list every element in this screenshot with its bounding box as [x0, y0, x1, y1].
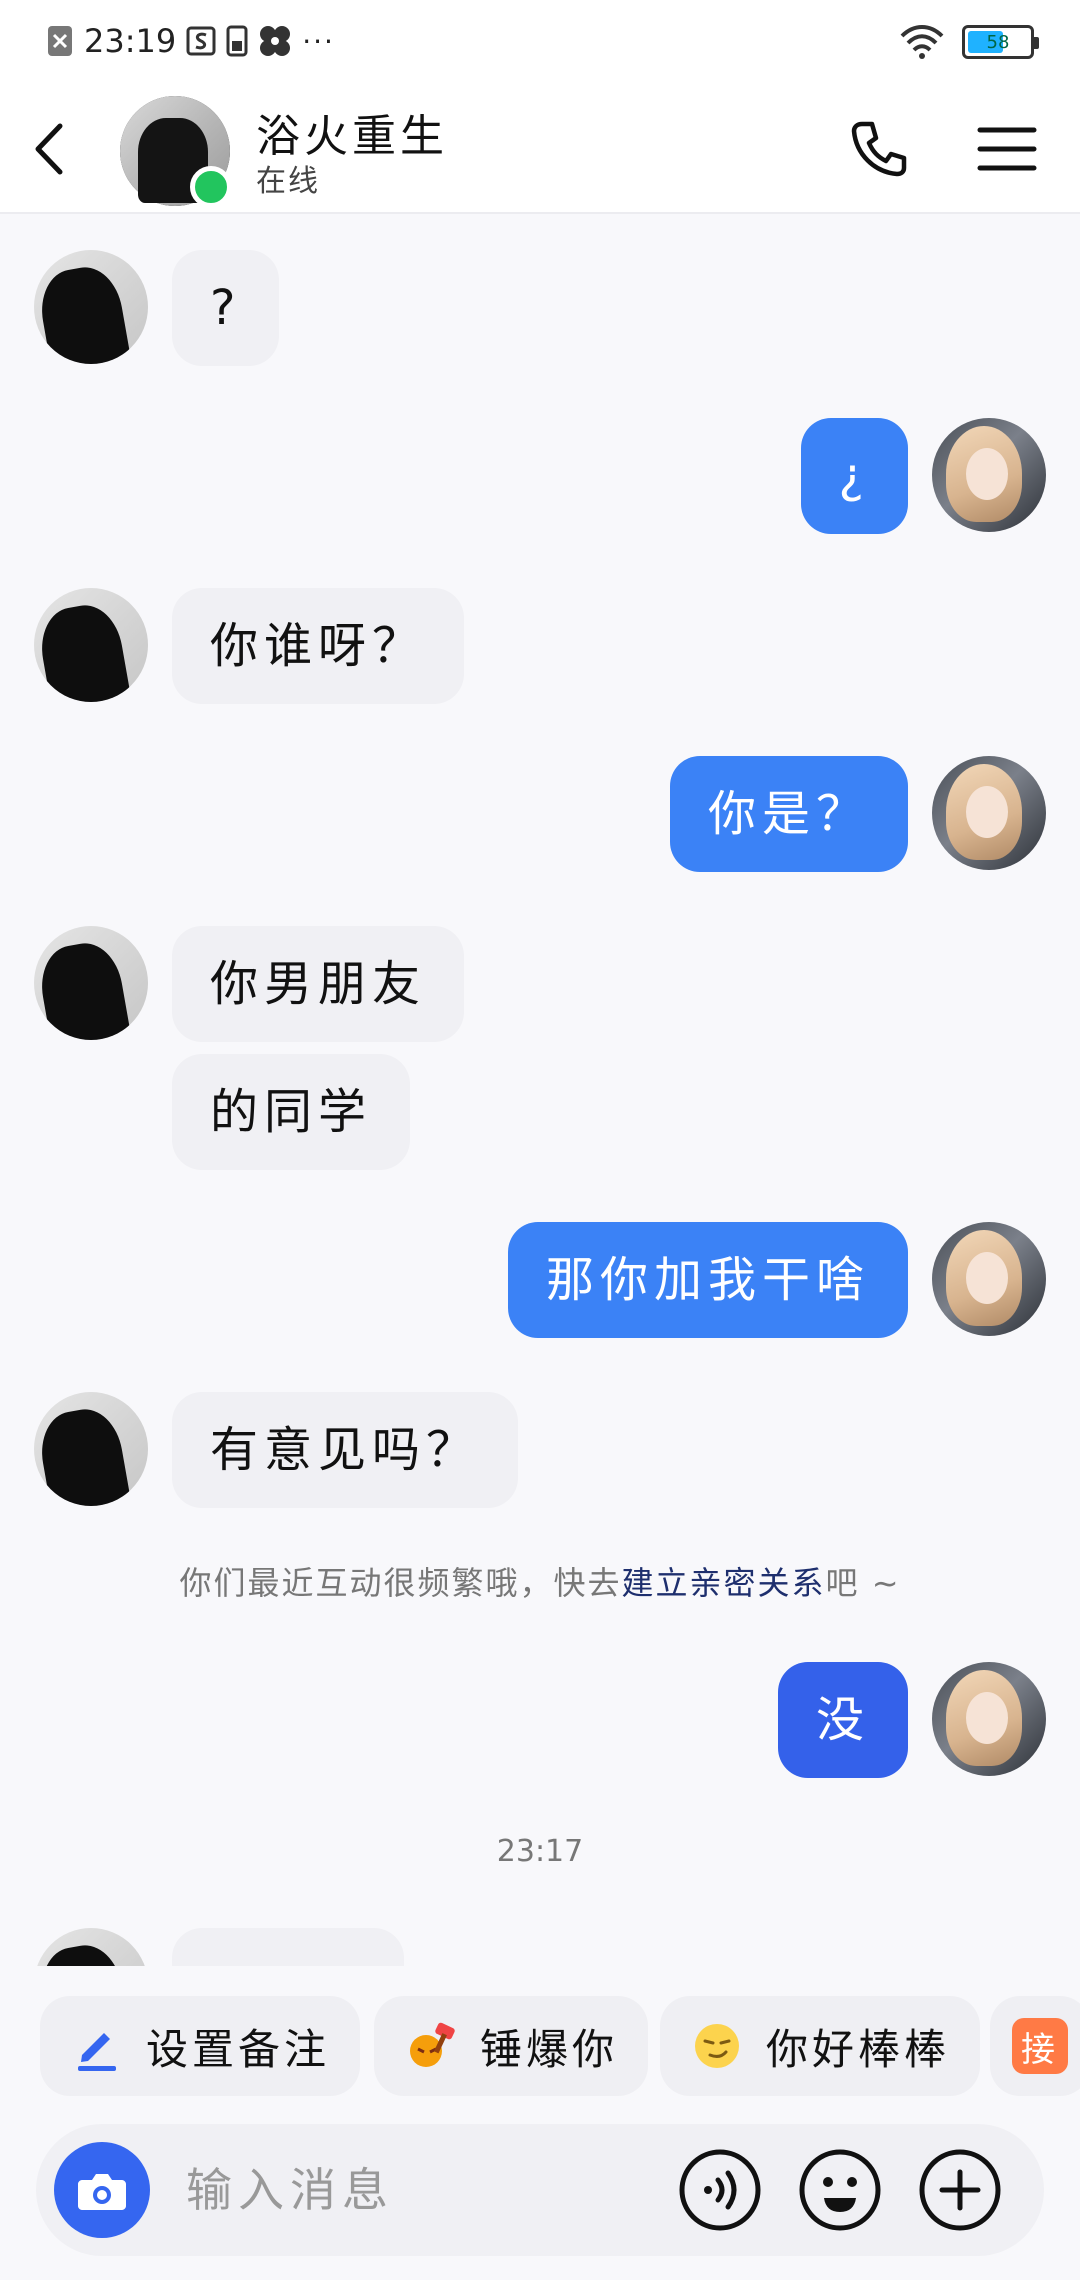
menu-icon[interactable] [976, 118, 1038, 180]
status-right: 58 [898, 24, 1039, 60]
message-bubble-outgoing[interactable]: 没 [777, 1662, 908, 1778]
contact-status: 在线 [256, 164, 320, 199]
set-remark-chip[interactable]: 设置备注 [40, 1996, 361, 2096]
message-bubble-incoming[interactable]: 的同学 [172, 1054, 411, 1170]
avatar-face [966, 1252, 1008, 1304]
pinwheel-icon [260, 26, 291, 56]
awesome-chip[interactable]: 你好棒棒 [660, 1996, 981, 2096]
contact-avatar-small[interactable] [34, 1928, 148, 1966]
message-input[interactable] [186, 2152, 686, 2228]
hammer-emoji-icon [410, 2022, 455, 2067]
my-avatar[interactable] [932, 418, 1046, 532]
my-avatar[interactable] [932, 1662, 1046, 1776]
avatar-face [966, 448, 1008, 500]
camera-icon [78, 2174, 126, 2210]
close-box-icon [48, 26, 72, 56]
smirk-emoji-icon [695, 2024, 739, 2068]
voice-icon[interactable] [676, 2146, 764, 2234]
message-bubble-outgoing[interactable]: 那你加我干啥 [507, 1222, 908, 1338]
chip-label: 接 [1012, 2018, 1068, 2074]
message-bubble-incoming[interactable]: 你男朋友 [172, 926, 465, 1042]
avatar-figure [35, 937, 133, 1040]
message-input-bar [36, 2124, 1044, 2256]
notice-prefix: 你们最近互动很频繁哦，快去 [179, 1564, 622, 1602]
message-bubble-incoming[interactable]: 有意见吗？ [172, 1392, 519, 1508]
status-more-dots: ··· [302, 24, 335, 58]
avatar-face [966, 1692, 1008, 1744]
build-relationship-link[interactable]: 建立亲密关系 [622, 1564, 826, 1602]
contact-avatar-small[interactable] [34, 926, 148, 1040]
battery-level: 58 [986, 31, 1010, 53]
message-timestamp: 23:17 [496, 1834, 584, 1869]
quick-actions-bar[interactable]: 设置备注 锤爆你 你好棒棒 接 [0, 1966, 1080, 2110]
battery-icon: 58 [962, 25, 1039, 59]
emoji-icon[interactable] [796, 2146, 884, 2234]
avatar-figure [35, 1939, 133, 1966]
s-box-icon [186, 26, 216, 56]
message-bubble-outgoing[interactable]: ¿ [800, 418, 908, 534]
hammer-chip[interactable]: 锤爆你 [374, 1996, 649, 2096]
contact-avatar-small[interactable] [34, 1392, 148, 1506]
phone-icon [226, 25, 248, 57]
back-arrow-icon[interactable] [20, 116, 86, 182]
message-bubble-outgoing[interactable]: 你是？ [669, 756, 908, 872]
pencil-icon [78, 2033, 116, 2071]
message-bubble-incoming-partial[interactable] [172, 1928, 404, 1966]
camera-button[interactable] [54, 2142, 150, 2238]
contact-avatar-small[interactable] [34, 588, 148, 702]
my-avatar[interactable] [932, 1222, 1046, 1336]
message-bubble-incoming[interactable]: 你谁呀？ [172, 588, 465, 704]
online-status-dot [190, 166, 232, 208]
chat-header: 浴火重生 在线 [0, 86, 1080, 214]
message-bubble-incoming[interactable]: ? [172, 250, 280, 366]
chip-label: 设置备注 [146, 2024, 331, 2074]
intimacy-notice: 你们最近互动很频繁哦，快去建立亲密关系吧 ~ [0, 1558, 1080, 1604]
contact-name[interactable]: 浴火重生 [256, 100, 448, 164]
status-time: 23:19 [84, 22, 177, 60]
my-avatar[interactable] [932, 756, 1046, 870]
avatar-figure [35, 261, 133, 364]
partial-chip[interactable]: 接 [990, 1996, 1080, 2096]
avatar-figure [35, 1403, 133, 1506]
contact-avatar-small[interactable] [34, 250, 148, 364]
avatar-face [966, 786, 1008, 838]
chip-label: 锤爆你 [480, 2024, 619, 2074]
contact-avatar[interactable] [120, 96, 232, 208]
plus-icon[interactable] [916, 2146, 1004, 2234]
status-bar: 23:19 ··· 58 [0, 0, 1080, 86]
avatar-figure [35, 599, 133, 702]
status-left: 23:19 ··· [46, 22, 335, 60]
notice-suffix: 吧 ~ [825, 1564, 901, 1602]
chip-label: 你好棒棒 [766, 2024, 951, 2074]
wifi-icon [900, 25, 944, 59]
phone-call-icon[interactable] [846, 116, 912, 182]
message-list[interactable]: ? ¿ 你谁呀？ 你是？ 你男朋友 的同学 那你加我干啥 有意见吗？ 你们最近互… [0, 214, 1080, 1966]
